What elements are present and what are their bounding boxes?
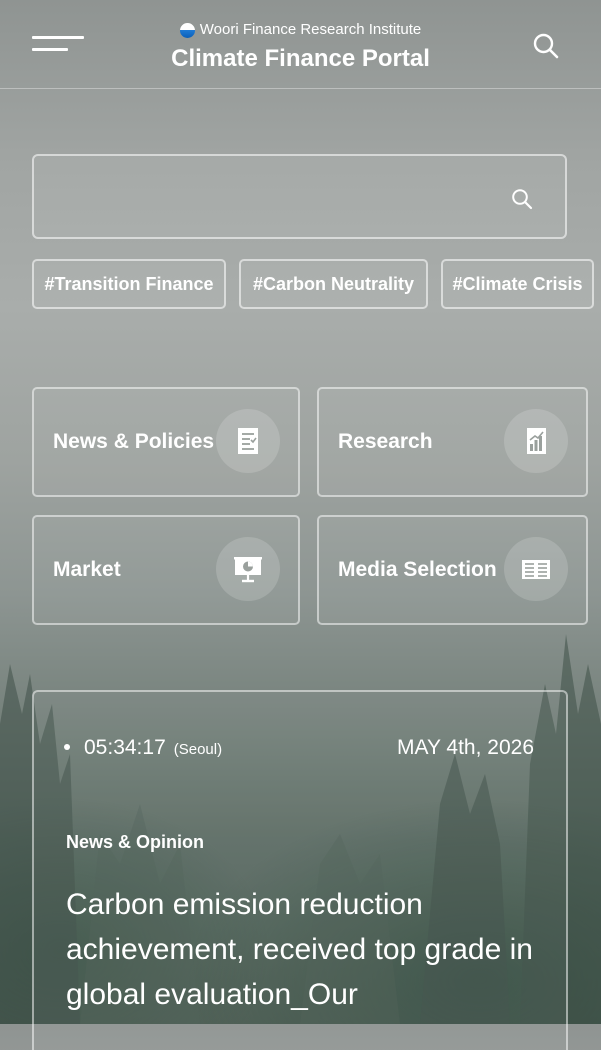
clock: 05:34:17 (Seoul) [64, 736, 222, 760]
category-news-policies[interactable]: News & Policies [32, 387, 300, 497]
tag-transition-finance[interactable]: #Transition Finance [32, 259, 226, 309]
category-media-selection[interactable]: Media Selection [317, 515, 588, 625]
newspaper-icon [504, 537, 568, 601]
news-headline[interactable]: Carbon emission reduction achievement, r… [66, 882, 556, 1017]
search-icon[interactable] [532, 32, 560, 60]
report-chart-icon [504, 409, 568, 473]
category-label: News & Policies [53, 430, 215, 453]
presentation-board-icon [216, 537, 280, 601]
tag-climate-crisis[interactable]: #Climate Crisis [441, 259, 594, 309]
current-date: MAY 4th, 2026 [397, 736, 534, 759]
org-name: Woori Finance Research Institute [179, 20, 422, 40]
search-icon[interactable] [511, 188, 533, 210]
tag-carbon-neutrality[interactable]: #Carbon Neutrality [239, 259, 428, 309]
brand[interactable]: Woori Finance Research Institute Climate… [0, 20, 601, 74]
bullet-dot [64, 744, 70, 750]
category-market[interactable]: Market [32, 515, 300, 625]
clock-city: (Seoul) [173, 741, 223, 758]
org-name-text: Woori Finance Research Institute [199, 21, 422, 38]
search-box [32, 154, 567, 239]
category-label: Media Selection [338, 558, 497, 581]
news-panel: 05:34:17 (Seoul) MAY 4th, 2026 News & Op… [32, 690, 568, 1050]
clock-time: 05:34:17 [84, 736, 166, 759]
category-label: Market [53, 558, 121, 581]
top-header: Woori Finance Research Institute Climate… [0, 0, 601, 89]
document-checklist-icon [216, 409, 280, 473]
woori-logo-icon [179, 22, 195, 38]
search-input[interactable] [52, 156, 496, 239]
category-research[interactable]: Research [317, 387, 588, 497]
section-label: News & Opinion [66, 832, 205, 852]
portal-title: Climate Finance Portal [171, 44, 430, 72]
category-label: Research [338, 430, 433, 453]
